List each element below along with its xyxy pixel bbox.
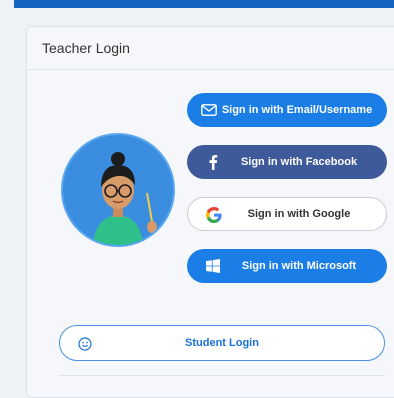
login-card: Teacher Login Sign in with Email/Usernam…	[26, 26, 394, 398]
email-button-label: Sign in with Email/Username	[221, 104, 373, 116]
windows-icon	[205, 258, 221, 274]
microsoft-button-label: Sign in with Microsoft	[241, 260, 357, 272]
card-header: Teacher Login	[27, 27, 394, 70]
teacher-illustration	[93, 152, 157, 245]
facebook-button-label: Sign in with Facebook	[240, 156, 358, 168]
google-icon	[206, 207, 222, 223]
sign-in-google-button[interactable]: Sign in with Google	[187, 197, 387, 231]
envelope-icon	[201, 102, 217, 118]
google-button-label: Sign in with Google	[247, 208, 351, 220]
top-accent-bar	[14, 0, 394, 8]
sign-in-facebook-button[interactable]: Sign in with Facebook	[187, 145, 387, 179]
bottom-divider	[59, 375, 385, 376]
facebook-icon	[205, 154, 221, 170]
sign-in-microsoft-button[interactable]: Sign in with Microsoft	[187, 249, 387, 283]
sign-in-email-button[interactable]: Sign in with Email/Username	[187, 93, 387, 127]
card-title: Teacher Login	[42, 40, 130, 56]
student-login-button[interactable]: Student Login	[59, 325, 385, 361]
student-login-label: Student Login	[185, 337, 259, 349]
teacher-avatar	[61, 133, 175, 247]
